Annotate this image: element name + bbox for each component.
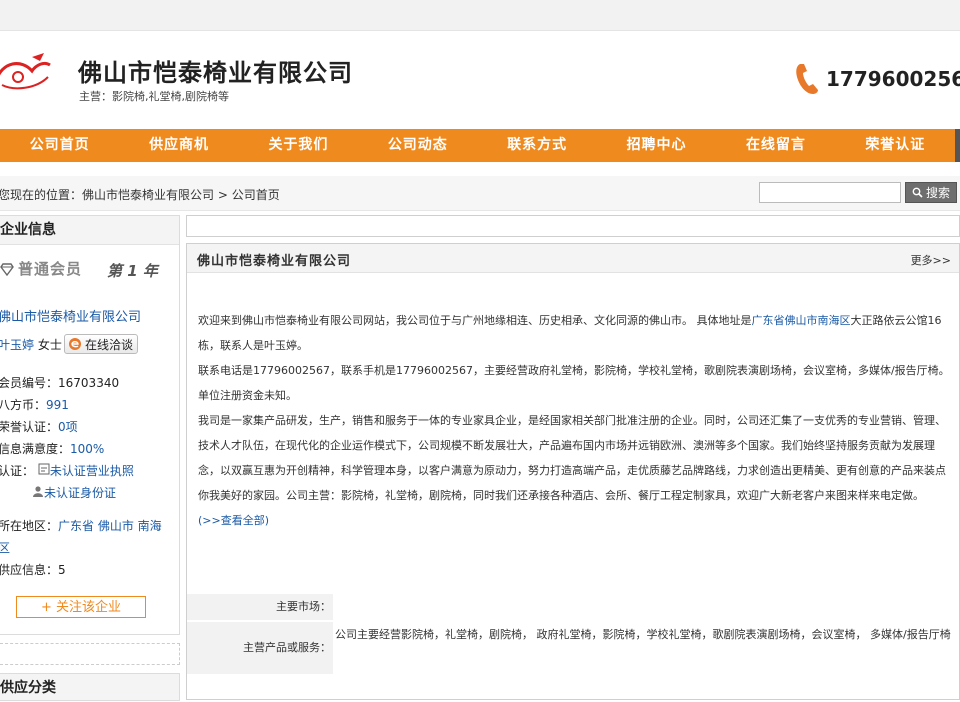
location-value[interactable]: 广东省 佛山市 南海 [58,519,162,533]
main-top-box [186,215,960,237]
breadcrumb-prefix: 您现在的位置： [0,188,83,202]
license-icon [38,463,50,475]
satisfaction-row: 信息满意度：100% [0,440,104,457]
main-products-label: 主营产品或服务： [187,622,333,674]
intro-title: 佛山市恺泰椅业有限公司 [197,254,352,269]
breadcrumb-separator: > [214,188,232,202]
location-row-2: 区 [0,539,10,556]
breadcrumb-company-link[interactable]: 佛山市恺泰椅业有限公司 [82,188,214,202]
company-link-row: 佛山市恺泰椅业有限公司 [0,306,141,325]
contact-title: 女士 [37,338,62,352]
satisfaction-label: 信息满意度： [0,442,71,456]
site-header: 佛山市恺泰椅业有限公司 主营：影院椅,礼堂椅,剧院椅等 17796002567 [0,31,960,129]
person-icon [33,486,43,497]
nav-item-1[interactable]: 供应商机 [119,129,238,162]
chat-icon [69,338,81,350]
supply-count: 5 [58,563,66,577]
phone-icon [796,64,818,94]
honor-row: 荣誉认证：0项 [0,418,78,435]
intro-paragraph-4: 我司是一家集产品研发，生产，销售和服务于一体的专业家具企业，是经国家相关部门批准… [198,414,946,502]
member-level-text: 普通会员 [18,260,83,278]
nav-item-2[interactable]: 关于我们 [239,129,358,162]
nav-item-0[interactable]: 公司首页 [0,129,119,162]
supply-row: 供应信息：5 [0,561,66,578]
location-value-2[interactable]: 区 [0,541,10,555]
company-intro-text: 欢迎来到佛山市恺泰椅业有限公司网站，我公司位于与广州地缘相连、历史相承、文化同源… [198,308,950,533]
coins-label: 八方币： [0,398,47,412]
online-chat-label: 在线洽谈 [85,337,134,352]
company-intro-panel: 佛山市恺泰椅业有限公司 更多>> 欢迎来到佛山市恺泰椅业有限公司网站，我公司位于… [186,243,960,700]
id-cert-row: 未认证身份证 [32,484,116,501]
phone-number: 17796002567 [826,67,960,91]
search-button[interactable]: 搜索 [905,182,957,203]
more-link[interactable]: 更多>> [911,252,951,268]
breadcrumb-bar: 您现在的位置：佛山市恺泰椅业有限公司 > 公司首页 搜索 [0,176,960,211]
company-info-panel: 企业信息 普通会员 第 1 年 佛山市恺泰椅业有限公司 叶玉婷 女士 在线洽谈 … [0,215,180,635]
main-products-row: 主营产品或服务： 公司主要经营影院椅，礼堂椅，剧院椅， 政府礼堂椅，影院椅，学校… [187,622,959,674]
supply-label: 供应信息： [0,563,59,577]
left-sidebar: 企业信息 普通会员 第 1 年 佛山市恺泰椅业有限公司 叶玉婷 女士 在线洽谈 … [0,215,180,701]
search-icon [912,187,923,198]
main-market-value [333,594,959,620]
license-cert-link[interactable]: 未认证营业执照 [50,464,134,478]
company-title: 佛山市恺泰椅业有限公司 [78,59,353,87]
member-year: 第 1 年 [107,262,158,280]
honor-label: 荣誉认证： [0,420,59,434]
coins-value[interactable]: 991 [46,398,69,412]
search-input[interactable] [759,182,901,203]
intro-header: 佛山市恺泰椅业有限公司 更多>> [187,244,959,273]
id-cert-link[interactable]: 未认证身份证 [44,486,116,500]
certification-label: 认证： [0,464,35,478]
intro-paragraph-1: 欢迎来到佛山市恺泰椅业有限公司网站，我公司位于与广州地缘相连、历史相承、文化同源… [198,308,950,358]
member-number-label: 会员编号： [0,376,59,390]
breadcrumb-current: 公司首页 [231,188,280,202]
search-button-label: 搜索 [925,186,950,200]
company-subtitle: 主营：影院椅,礼堂椅,剧院椅等 [79,90,229,103]
company-info-title: 企业信息 [0,216,179,245]
nav-item-6[interactable]: 在线留言 [716,129,835,162]
intro-text-a: 欢迎来到佛山市恺泰椅业有限公司网站，我公司位于与广州地缘相连、历史相承、文化同源… [198,314,752,327]
nav-item-7[interactable]: 荣誉认证 [836,129,955,162]
main-nav: 公司首页 供应商机 关于我们 公司动态 联系方式 招聘中心 在线留言 荣誉认证 [0,129,955,162]
location-row: 所在地区：广东省 佛山市 南海 [0,517,162,534]
company-logo-icon [0,53,51,90]
location-label: 所在地区： [0,519,59,533]
breadcrumb: 您现在的位置：佛山市恺泰椅业有限公司 > 公司首页 [0,186,280,203]
address-link[interactable]: 广东省佛山市南海区 [752,314,851,327]
main-market-row: 主要市场： [187,594,959,620]
nav-item-4[interactable]: 联系方式 [478,129,597,162]
intro-paragraph-2: 联系电话是17796002567，联系手机是17796002567，主要经营政府… [198,364,950,377]
certification-row: 认证： 未认证营业执照 [0,462,134,479]
honor-value[interactable]: 0项 [58,420,78,434]
supply-category-title: 供应分类 [0,673,180,701]
intro-paragraph-3: 单位注册资金未知。 [198,389,297,402]
online-chat-button[interactable]: 在线洽谈 [64,334,138,354]
member-number: 16703340 [58,376,120,390]
main-products-value: 公司主要经营影院椅，礼堂椅，剧院椅， 政府礼堂椅，影院椅，学校礼堂椅，歌剧院表演… [335,628,951,641]
company-link[interactable]: 佛山市恺泰椅业有限公司 [0,310,141,325]
nav-item-5[interactable]: 招聘中心 [597,129,716,162]
view-all-link[interactable]: (>>查看全部) [198,508,269,533]
contact-name[interactable]: 叶玉婷 [0,338,34,352]
top-strip [0,0,960,31]
sidebar-spacer [0,643,180,665]
contact-row: 叶玉婷 女士 [0,336,62,353]
main-market-label: 主要市场： [187,594,333,620]
follow-company-button[interactable]: + 关注该企业 [16,596,146,618]
member-level: 普通会员 [0,258,82,279]
nav-item-3[interactable]: 公司动态 [358,129,477,162]
nav-end-cap [955,129,960,162]
satisfaction-value: 100% [70,442,105,456]
member-number-row: 会员编号：16703340 [0,374,119,391]
diamond-icon [0,262,14,276]
coins-row: 八方币：991 [0,396,69,413]
